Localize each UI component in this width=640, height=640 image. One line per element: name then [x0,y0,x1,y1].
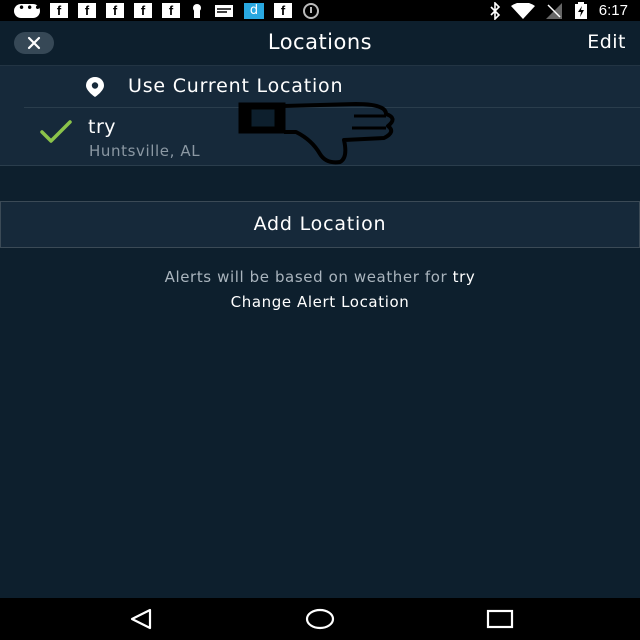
thumbs-down-icon [238,102,395,165]
alert-location-name: try [452,268,476,286]
facebook-icon: f [78,3,96,18]
recent-apps-icon[interactable] [486,609,514,629]
page-title: Locations [267,30,373,54]
edit-button[interactable]: Edit [587,31,626,53]
target-icon [303,2,319,19]
facebook-icon: f [274,3,292,18]
bluetooth-icon [490,1,500,20]
status-time: 6:17 [598,2,628,19]
add-location-label: Add Location [253,213,387,235]
location-pin-icon [86,77,104,97]
notification-icons: f f f f f d f [0,1,320,20]
mail-icon [215,4,233,17]
facebook-icon: f [134,3,152,18]
no-signal-icon [545,2,562,19]
saved-location-name: try [88,116,117,138]
home-icon[interactable] [305,608,335,630]
facebook-icon: f [162,3,180,18]
alert-location-info: Alerts will be based on weather for try [0,268,640,286]
change-alert-location-link[interactable]: Change Alert Location [0,293,640,311]
add-location-button[interactable]: Add Location [0,201,640,248]
wifi-icon [510,2,535,19]
alert-info-prefix: Alerts will be based on weather for [164,268,453,286]
back-icon[interactable] [128,608,154,630]
status-bar: f f f f f d f [0,0,640,21]
saved-location-subtitle: Huntsville, AL [89,142,201,160]
checkmark-icon [40,120,72,143]
system-icons: 6:17 [489,1,640,20]
navigation-bar [0,598,640,640]
facebook-icon: f [50,3,68,18]
battery-charging-icon [574,1,587,19]
messages-icon [14,1,42,18]
facebook-icon: f [106,3,124,18]
d-app-icon: d [244,2,264,19]
keyhole-icon [193,3,201,18]
use-current-location-label: Use Current Location [128,75,344,97]
app-header: Locations Edit [0,21,640,66]
